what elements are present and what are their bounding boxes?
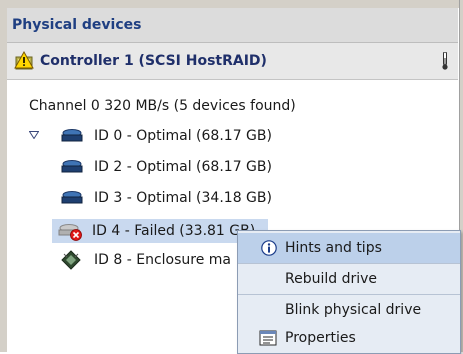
context-menu: Hints and tips Rebuild drive Blink physi… <box>237 230 461 354</box>
controller-row[interactable]: Controller 1 (SCSI HostRAID) <box>7 43 458 80</box>
device-row-id8[interactable]: ID 8 - Enclosure ma <box>61 248 231 272</box>
properties-icon <box>259 330 277 346</box>
channel-label: Channel 0 320 MB/s (5 devices found) <box>29 98 296 114</box>
device-label: ID 4 - Failed (33.81 GB) <box>92 223 256 239</box>
info-icon <box>261 240 277 256</box>
device-row-id4[interactable]: ID 4 - Failed (33.81 GB) <box>58 219 255 243</box>
window-frame-left <box>0 0 7 352</box>
menu-item-label: Rebuild drive <box>285 271 378 287</box>
collapse-arrow-icon[interactable] <box>29 131 39 139</box>
device-row-id3[interactable]: ID 3 - Optimal (34.18 GB) <box>61 186 272 210</box>
hard-drive-icon <box>61 191 83 204</box>
menu-item-hints-and-tips[interactable]: Hints and tips <box>238 233 460 263</box>
menu-item-rebuild-drive[interactable]: Rebuild drive <box>238 264 460 294</box>
device-label: ID 0 - Optimal (68.17 GB) <box>94 128 272 144</box>
physical-devices-header: Physical devices <box>7 8 458 43</box>
controller-warning-icon <box>14 51 34 70</box>
temperature-icon <box>442 52 448 70</box>
menu-item-label: Properties <box>285 330 356 346</box>
controller-label: Controller 1 (SCSI HostRAID) <box>40 53 267 69</box>
device-label: ID 2 - Optimal (68.17 GB) <box>94 159 272 175</box>
enclosure-icon <box>61 250 81 270</box>
menu-item-blink-physical-drive[interactable]: Blink physical drive <box>238 295 460 325</box>
menu-item-label: Blink physical drive <box>285 302 422 318</box>
menu-item-label: Hints and tips <box>285 240 382 256</box>
device-label: ID 8 - Enclosure ma <box>94 252 231 268</box>
hard-drive-icon <box>61 160 83 173</box>
hard-drive-icon <box>61 129 83 142</box>
menu-item-properties[interactable]: Properties <box>238 323 460 353</box>
device-row-id2[interactable]: ID 2 - Optimal (68.17 GB) <box>61 155 272 179</box>
panel-title: Physical devices <box>12 17 142 33</box>
failed-drive-icon <box>58 224 82 241</box>
device-row-id0[interactable]: ID 0 - Optimal (68.17 GB) <box>61 124 272 148</box>
window-frame-top <box>0 0 463 8</box>
device-label: ID 3 - Optimal (34.18 GB) <box>94 190 272 206</box>
